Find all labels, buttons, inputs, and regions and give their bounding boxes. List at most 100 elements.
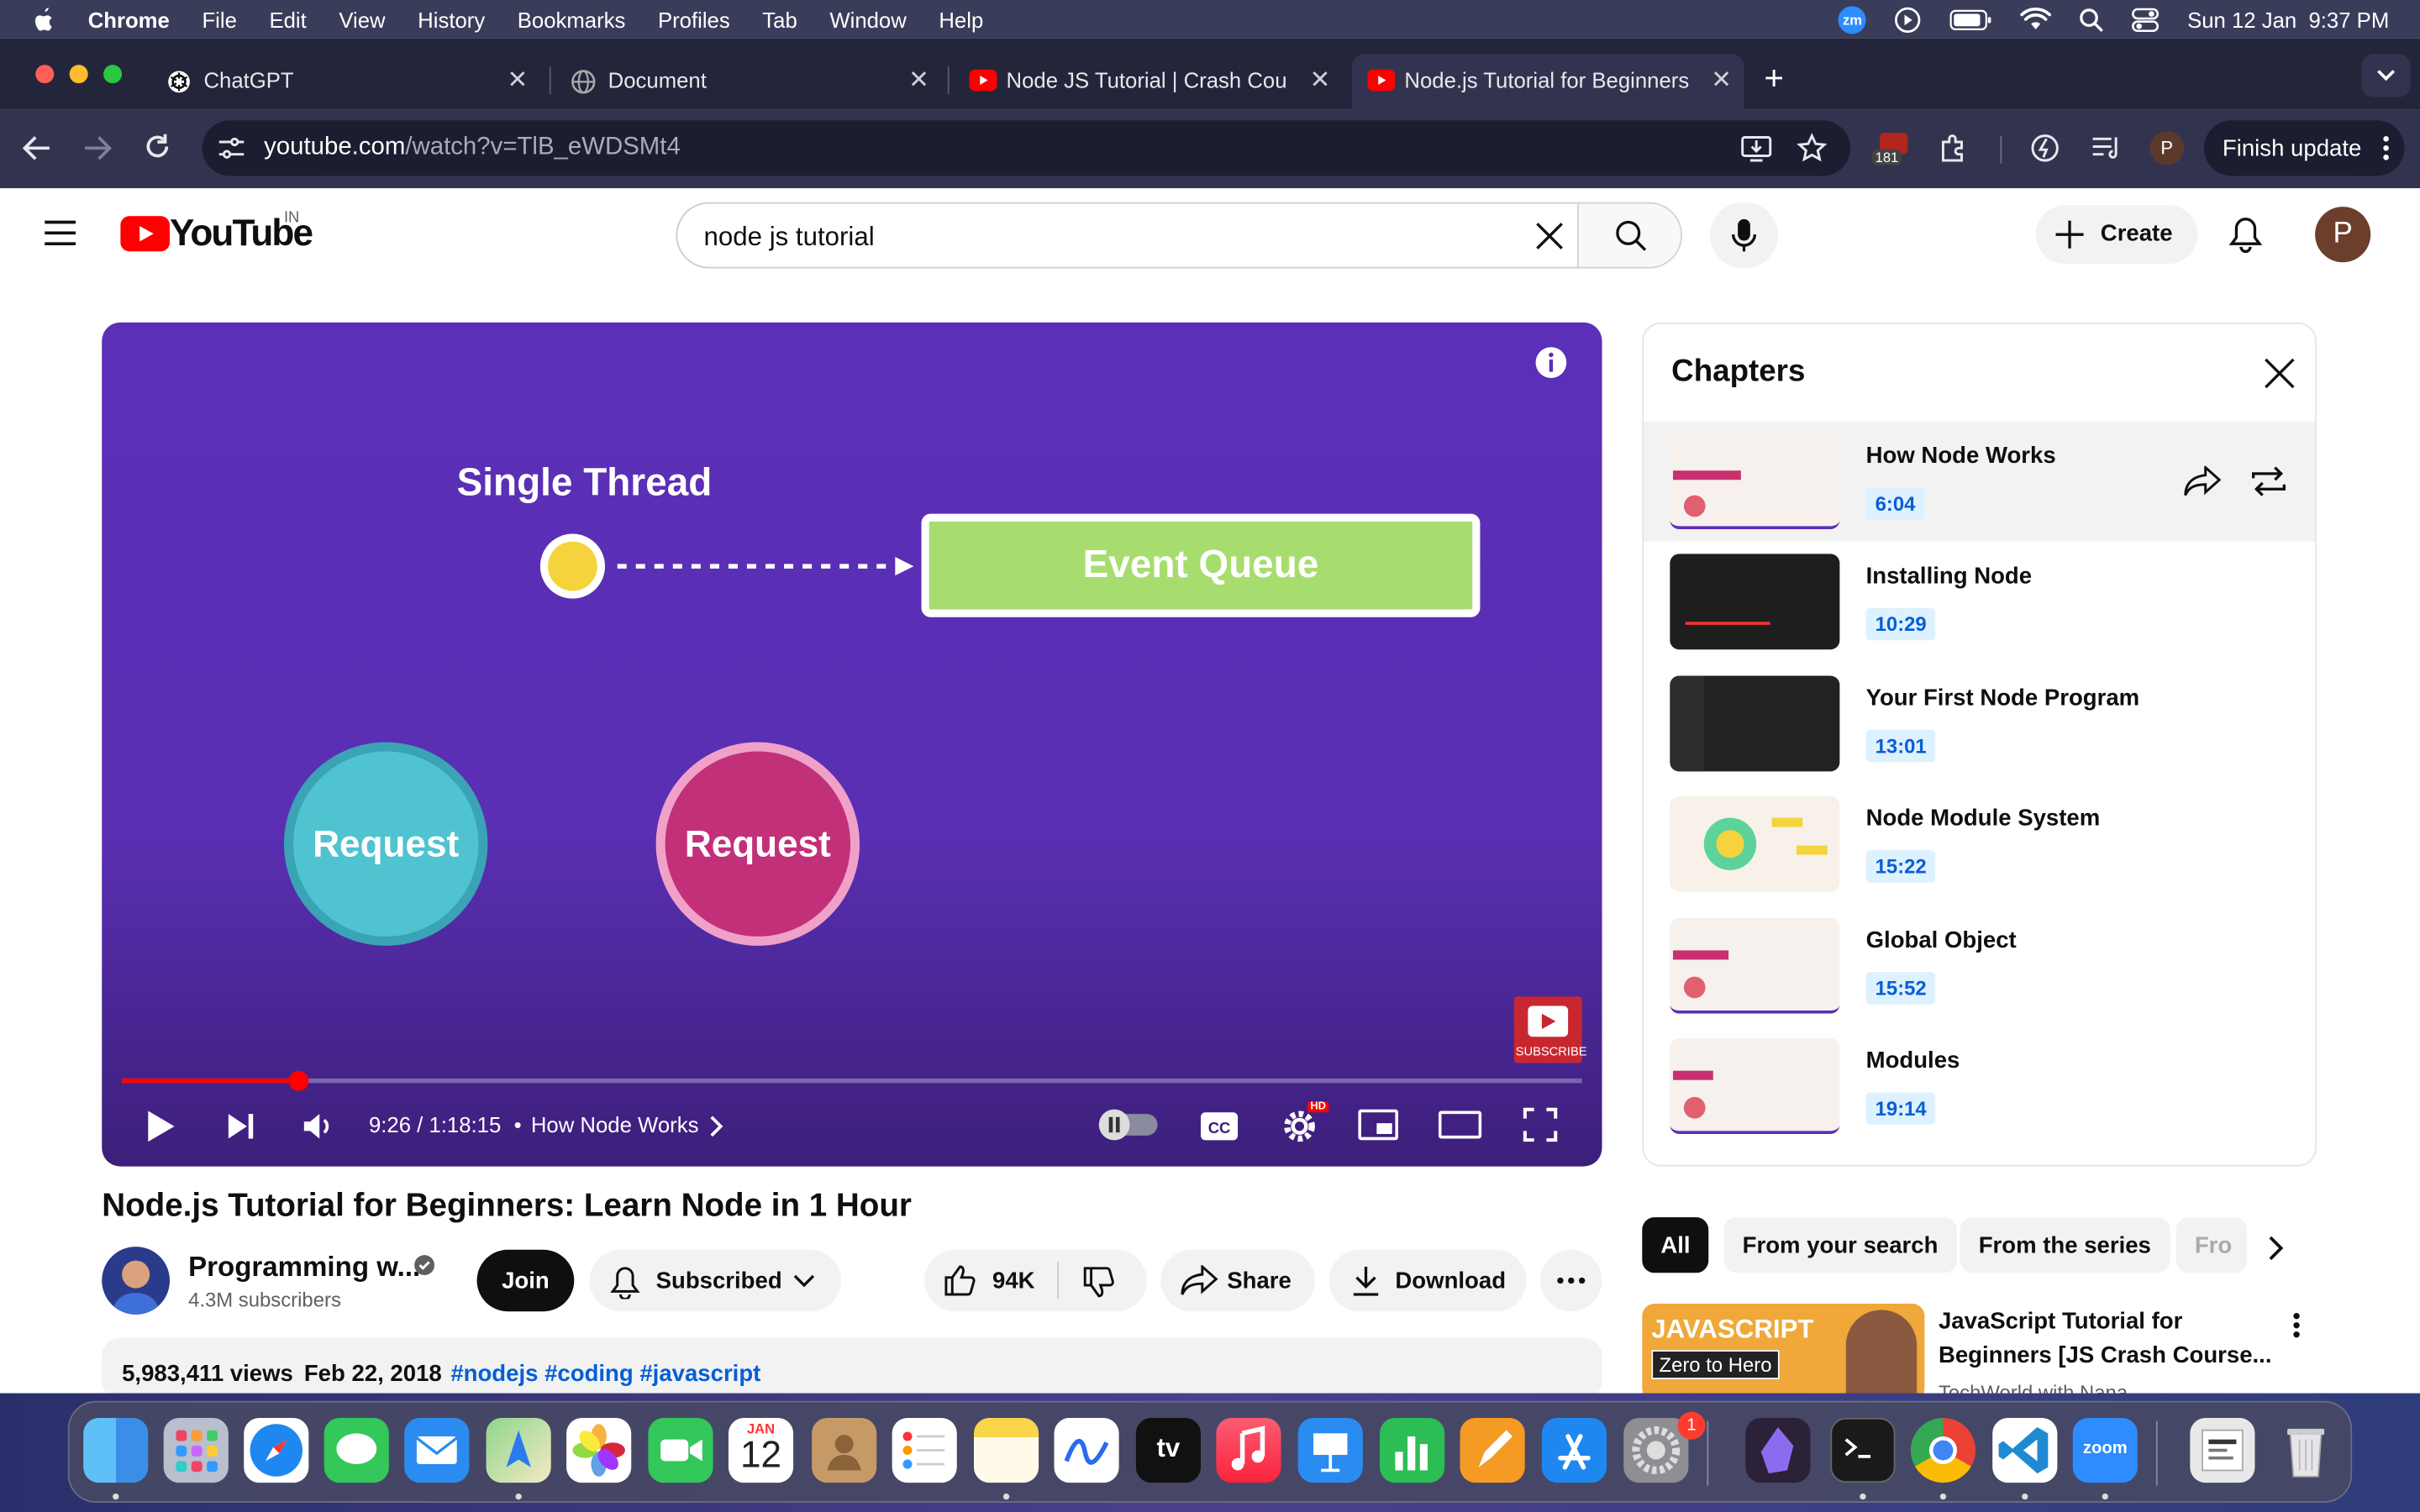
profile-avatar-small[interactable]: P <box>2149 131 2184 165</box>
battery-icon[interactable] <box>1949 8 1992 30</box>
media-play-icon[interactable] <box>1894 5 1922 33</box>
menu-tab[interactable]: Tab <box>762 7 797 31</box>
menu-help[interactable]: Help <box>939 7 983 31</box>
chapter-item[interactable]: Global Object 15:52 <box>1644 906 2315 1026</box>
description-box[interactable]: 5,983,411 views Feb 22, 2018 #nodejs #co… <box>102 1337 1602 1399</box>
share-arrow-icon[interactable] <box>2184 465 2222 497</box>
chevron-right-icon[interactable] <box>708 1114 723 1138</box>
finish-update-button[interactable]: Finish update <box>2203 120 2405 176</box>
like-button[interactable]: 94K <box>924 1250 1057 1311</box>
vscode-icon[interactable] <box>1992 1417 2058 1483</box>
notes-icon[interactable] <box>973 1417 1039 1483</box>
hashtags[interactable]: #nodejs #coding #javascript <box>450 1361 760 1387</box>
dislike-button[interactable] <box>1059 1250 1147 1311</box>
chip-scroll-right-icon[interactable] <box>2267 1234 2286 1262</box>
back-arrow-icon[interactable] <box>22 134 53 162</box>
obsidian-icon[interactable] <box>1745 1417 1811 1483</box>
spotlight-search-icon[interactable] <box>2080 7 2104 31</box>
tab-node-crash-course[interactable]: Node JS Tutorial | Crash Cour ✕ <box>954 54 1343 109</box>
channel-name[interactable]: Programming w... <box>188 1252 420 1284</box>
menu-history[interactable]: History <box>418 7 485 31</box>
terminal-icon[interactable] <box>1830 1417 1896 1483</box>
autoplay-toggle[interactable] <box>1098 1109 1158 1141</box>
reload-icon[interactable] <box>144 133 171 160</box>
facetime-icon[interactable] <box>648 1417 713 1483</box>
menu-edit[interactable]: Edit <box>269 7 306 31</box>
chrome-icon[interactable] <box>1910 1417 1976 1483</box>
trash-icon[interactable] <box>2274 1418 2338 1483</box>
menu-file[interactable]: File <box>202 7 236 31</box>
forward-arrow-icon[interactable] <box>82 134 113 162</box>
progress-scrubber-handle[interactable] <box>288 1070 309 1091</box>
contacts-icon[interactable] <box>812 1417 877 1483</box>
safari-icon[interactable] <box>244 1417 309 1483</box>
volume-icon[interactable] <box>301 1110 334 1142</box>
hamburger-menu-icon[interactable] <box>43 218 76 249</box>
freeform-icon[interactable] <box>1054 1417 1119 1483</box>
recommended-video-thumbnail[interactable]: JAVASCRIPT Zero to Hero <box>1642 1304 1925 1401</box>
tab-node-beginners[interactable]: Node.js Tutorial for Beginners ✕ <box>1351 54 1744 110</box>
closed-captions-icon[interactable]: CC <box>1199 1110 1239 1142</box>
progress-bar[interactable] <box>122 1078 1582 1084</box>
chip-from-the-series[interactable]: From the series <box>1960 1217 2170 1273</box>
tab-search-button[interactable] <box>2361 54 2411 97</box>
control-center-icon[interactable] <box>2132 7 2160 32</box>
tab-close-icon[interactable]: ✕ <box>908 65 929 96</box>
chip-truncated[interactable]: Fro <box>2175 1217 2248 1273</box>
apple-tv-icon[interactable]: tv <box>1135 1417 1201 1483</box>
current-chapter-link[interactable]: How Node Works <box>531 1112 699 1137</box>
menu-clock[interactable]: Sun 12 Jan 9:37 PM <box>2187 7 2389 31</box>
zoom-status-icon[interactable]: zm <box>1838 5 1867 34</box>
new-tab-icon[interactable]: + <box>1764 59 1784 99</box>
menu-app-name[interactable]: Chrome <box>88 7 170 31</box>
search-input[interactable]: node js tutorial <box>676 202 1579 269</box>
chapter-item[interactable]: Modules 19:14 <box>1644 1026 2315 1146</box>
menu-bookmarks[interactable]: Bookmarks <box>518 7 626 31</box>
subscribe-watermark[interactable]: SUBSCRIBE <box>1513 996 1587 1063</box>
mail-icon[interactable] <box>404 1417 470 1483</box>
music-icon[interactable] <box>1216 1417 1281 1483</box>
chip-from-your-search[interactable]: From your search <box>1723 1217 1957 1273</box>
finder-icon[interactable] <box>83 1417 149 1483</box>
performance-icon[interactable] <box>2029 133 2060 164</box>
numbers-icon[interactable] <box>1380 1417 1445 1483</box>
tab-document[interactable]: Document ✕ <box>555 54 941 109</box>
kebab-menu-icon[interactable] <box>2292 1311 2302 1339</box>
theater-mode-icon[interactable] <box>1438 1110 1482 1139</box>
chapter-item[interactable]: Installing Node 10:29 <box>1644 542 2315 662</box>
maps-icon[interactable] <box>486 1417 551 1483</box>
chip-all[interactable]: All <box>1642 1217 1709 1273</box>
apple-icon[interactable] <box>31 5 55 33</box>
launchpad-icon[interactable] <box>163 1417 229 1483</box>
miniplayer-icon[interactable] <box>1358 1109 1399 1141</box>
recommended-title-line-2[interactable]: Beginners [JS Crash Course... <box>1939 1342 2272 1368</box>
search-button[interactable] <box>1577 202 1683 269</box>
address-bar[interactable]: youtube.com/watch?v=TlB_eWDSMt4 <box>202 120 1851 176</box>
account-avatar[interactable]: P <box>2315 207 2371 263</box>
extensions-puzzle-icon[interactable] <box>1939 133 1970 164</box>
subscribed-button[interactable]: Subscribed <box>589 1249 842 1312</box>
wifi-icon[interactable] <box>2020 8 2052 31</box>
kebab-menu-icon[interactable] <box>2383 134 2389 162</box>
share-button[interactable]: Share <box>1160 1249 1315 1312</box>
chapter-item[interactable]: Your First Node Program 13:01 <box>1644 664 2315 784</box>
more-actions-button[interactable] <box>1540 1249 1602 1312</box>
downloads-stack-icon[interactable] <box>2190 1417 2255 1483</box>
messages-icon[interactable] <box>324 1417 389 1483</box>
window-zoom-button[interactable] <box>103 65 123 84</box>
notifications-bell-icon[interactable] <box>2228 216 2263 253</box>
reminders-icon[interactable] <box>892 1417 957 1483</box>
calendar-icon[interactable]: JAN 12 <box>728 1417 794 1483</box>
menu-view[interactable]: View <box>339 7 385 31</box>
chapter-item[interactable]: How Node Works 6:04 <box>1644 421 2316 542</box>
install-app-icon[interactable] <box>1741 133 1772 164</box>
settings-gear-icon[interactable] <box>1281 1108 1318 1145</box>
create-button[interactable]: Create <box>2035 205 2198 265</box>
window-close-button[interactable] <box>35 65 55 84</box>
window-minimize-button[interactable] <box>69 65 88 84</box>
youtube-logo-icon[interactable] <box>120 216 171 252</box>
site-settings-icon[interactable] <box>218 136 245 160</box>
tab-chatgpt[interactable]: ChatGPT ✕ <box>151 54 540 109</box>
download-button[interactable]: Download <box>1328 1249 1527 1312</box>
loop-icon[interactable] <box>2250 465 2287 498</box>
